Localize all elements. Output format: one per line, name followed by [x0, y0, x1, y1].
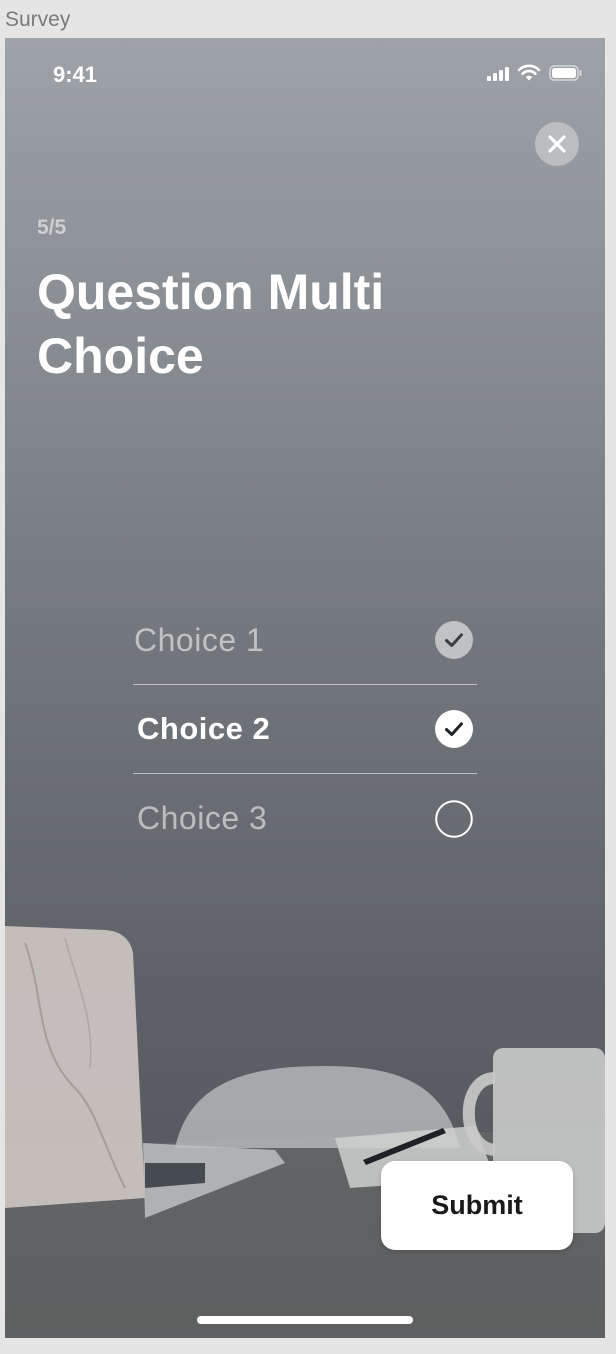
- question-title: Question Multi Choice: [37, 264, 385, 384]
- submit-button[interactable]: Submit: [381, 1161, 573, 1250]
- choice-label: Choice 3: [137, 800, 268, 836]
- close-button[interactable]: [535, 122, 579, 166]
- choice-label: Choice 1: [134, 621, 265, 658]
- choice-option-3[interactable]: Choice 3: [133, 774, 477, 863]
- battery-icon: [549, 65, 583, 81]
- checkmark-icon: [435, 621, 473, 659]
- status-icons: [487, 64, 583, 82]
- question-progress: 5/5: [37, 216, 67, 239]
- choice-option-2[interactable]: Choice 2: [133, 685, 477, 774]
- signal-icon: [487, 65, 509, 81]
- status-time: 9:41: [53, 62, 98, 87]
- radio-empty-icon: [435, 799, 473, 838]
- wifi-icon: [517, 64, 541, 82]
- close-icon: [548, 135, 566, 153]
- choice-label: Choice 2: [137, 711, 271, 746]
- frame-label: Survey: [5, 8, 71, 31]
- choice-list: Choice 1 Choice 2 Choice 3: [133, 596, 477, 863]
- phone-screen: 9:41 5/5 Question Multi Choice Choice 1 …: [5, 38, 605, 1338]
- home-indicator[interactable]: [197, 1316, 413, 1324]
- checkmark-icon: [435, 710, 473, 748]
- choice-option-1[interactable]: Choice 1: [133, 596, 477, 685]
